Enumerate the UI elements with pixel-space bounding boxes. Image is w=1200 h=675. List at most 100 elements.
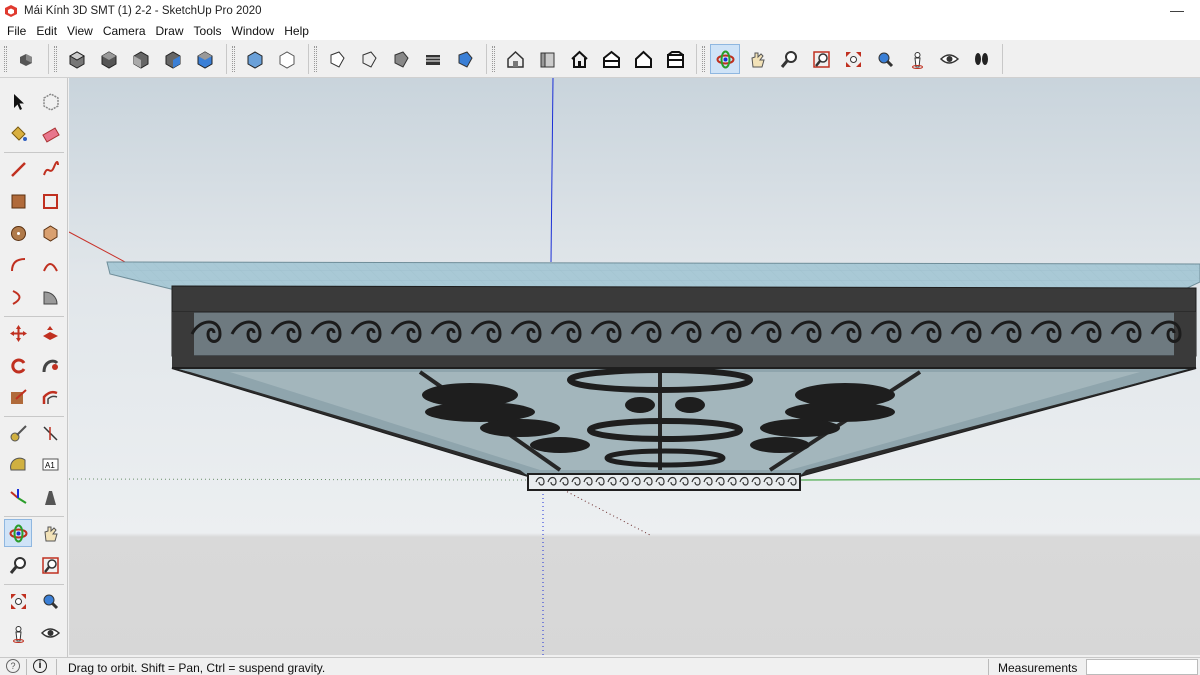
top-view-icon[interactable]	[94, 44, 124, 74]
left-freehand-icon[interactable]	[36, 155, 64, 183]
share-model-icon[interactable]	[596, 44, 626, 74]
orbit-icon[interactable]	[710, 44, 740, 74]
menu-bar: File Edit View Camera Draw Tools Window Help	[0, 22, 1200, 40]
left-tape-measure-icon[interactable]	[4, 419, 32, 447]
zoom-window-icon[interactable]	[806, 44, 836, 74]
zoom-extents-icon[interactable]	[838, 44, 868, 74]
monochrome-style-icon[interactable]	[418, 44, 448, 74]
menu-edit[interactable]: Edit	[31, 24, 62, 38]
left-protractor-icon[interactable]	[4, 451, 32, 479]
left-text-icon[interactable]: A1	[36, 451, 64, 479]
toolbar-separator	[226, 44, 227, 74]
left-eraser-icon[interactable]	[36, 119, 64, 147]
left-select-icon[interactable]	[4, 87, 32, 115]
minimize-button[interactable]: —	[1170, 2, 1184, 18]
toolbar-grip[interactable]	[4, 46, 7, 72]
green-axis-dotted	[69, 478, 531, 481]
left-line-icon[interactable]	[4, 155, 32, 183]
menu-camera[interactable]: Camera	[98, 24, 151, 38]
toolbar-grip[interactable]	[232, 46, 235, 72]
left-two-point-arc-icon[interactable]	[36, 251, 64, 279]
left-arc-icon[interactable]	[4, 251, 32, 279]
frame-top-beam[interactable]	[171, 285, 1197, 313]
model-scene[interactable]	[69, 78, 1200, 655]
shaded-color-style-icon[interactable]	[450, 44, 480, 74]
toolbar-separator	[1002, 44, 1003, 74]
left-orbit-icon[interactable]	[4, 519, 32, 547]
toolbar-separator	[696, 44, 697, 74]
left-look-around-icon[interactable]	[36, 619, 64, 647]
left-rotate-icon[interactable]	[4, 351, 32, 379]
status-message: Drag to orbit. Shift = Pan, Ctrl = suspe…	[68, 661, 326, 675]
left-three-point-arc-icon[interactable]	[4, 283, 32, 311]
menu-draw[interactable]: Draw	[151, 24, 189, 38]
ornamental-band[interactable]	[171, 311, 1197, 357]
warehouse-box-icon[interactable]	[660, 44, 690, 74]
menu-file[interactable]: File	[2, 24, 31, 38]
info-icon[interactable]: i	[33, 659, 47, 673]
front-view-icon[interactable]	[126, 44, 156, 74]
previous-view-icon[interactable]	[870, 44, 900, 74]
xray-style-icon[interactable]	[240, 44, 270, 74]
toolbar-separator	[4, 416, 64, 417]
components-icon[interactable]	[12, 44, 42, 74]
look-around-icon[interactable]	[934, 44, 964, 74]
measurements-input[interactable]	[1086, 659, 1198, 675]
left-push-pull-icon[interactable]	[36, 319, 64, 347]
menu-tools[interactable]: Tools	[189, 24, 227, 38]
shaded-style-icon[interactable]	[354, 44, 384, 74]
left-circle-icon[interactable]	[4, 219, 32, 247]
left-zoom-icon[interactable]	[4, 551, 32, 579]
left-3d-text-icon[interactable]	[36, 483, 64, 511]
geo-location-icon[interactable]: ?	[6, 659, 20, 673]
toolbar-separator	[4, 152, 64, 153]
left-pan-icon[interactable]	[36, 519, 64, 547]
left-pie-icon[interactable]	[36, 283, 64, 311]
left-paint-bucket-icon[interactable]	[4, 119, 32, 147]
left-polygon-icon[interactable]	[36, 219, 64, 247]
menu-window[interactable]: Window	[227, 24, 280, 38]
zoom-icon[interactable]	[774, 44, 804, 74]
left-make-component-icon[interactable]	[36, 87, 64, 115]
toolbar-grip[interactable]	[54, 46, 57, 72]
left-axes-icon[interactable]	[4, 483, 32, 511]
left-zoom-window-icon[interactable]	[36, 551, 64, 579]
warehouse-icon[interactable]	[500, 44, 530, 74]
frame-bottom-beam[interactable]	[172, 356, 1196, 368]
left-previous-view-icon[interactable]	[36, 587, 64, 615]
toolbar-separator	[4, 584, 64, 585]
left-offset-icon[interactable]	[36, 383, 64, 411]
left-follow-me-icon[interactable]	[36, 351, 64, 379]
home-icon[interactable]	[564, 44, 594, 74]
toolbar-grip[interactable]	[314, 46, 317, 72]
outline-house-icon[interactable]	[628, 44, 658, 74]
menu-view[interactable]: View	[62, 24, 98, 38]
menu-help[interactable]: Help	[279, 24, 314, 38]
green-axis	[799, 478, 1200, 481]
toolbar-grip[interactable]	[702, 46, 705, 72]
pan-icon[interactable]	[742, 44, 772, 74]
shaded-textures-style-icon[interactable]	[386, 44, 416, 74]
right-view-icon[interactable]	[158, 44, 188, 74]
hidden-line-style-icon[interactable]	[322, 44, 352, 74]
left-rectangle-icon[interactable]	[4, 187, 32, 215]
position-camera-icon[interactable]	[902, 44, 932, 74]
left-dimension-icon[interactable]	[36, 419, 64, 447]
blue-axis	[550, 78, 554, 263]
measurements-label: Measurements	[998, 661, 1078, 675]
walk-icon[interactable]	[966, 44, 996, 74]
iso-view-icon[interactable]	[62, 44, 92, 74]
extension-warehouse-icon[interactable]	[532, 44, 562, 74]
left-zoom-extents-icon[interactable]	[4, 587, 32, 615]
red-axis-dotted	[559, 487, 651, 536]
left-move-icon[interactable]	[4, 319, 32, 347]
toolbar-separator	[48, 44, 49, 74]
sketchup-logo-icon	[5, 5, 17, 17]
left-position-camera-icon[interactable]	[4, 619, 32, 647]
left-scale-icon[interactable]	[4, 383, 32, 411]
toolbar-grip[interactable]	[492, 46, 495, 72]
wireframe-style-icon[interactable]	[272, 44, 302, 74]
left-rotated-rectangle-icon[interactable]	[36, 187, 64, 215]
drawing-viewport[interactable]	[69, 78, 1200, 655]
back-view-icon[interactable]	[190, 44, 220, 74]
